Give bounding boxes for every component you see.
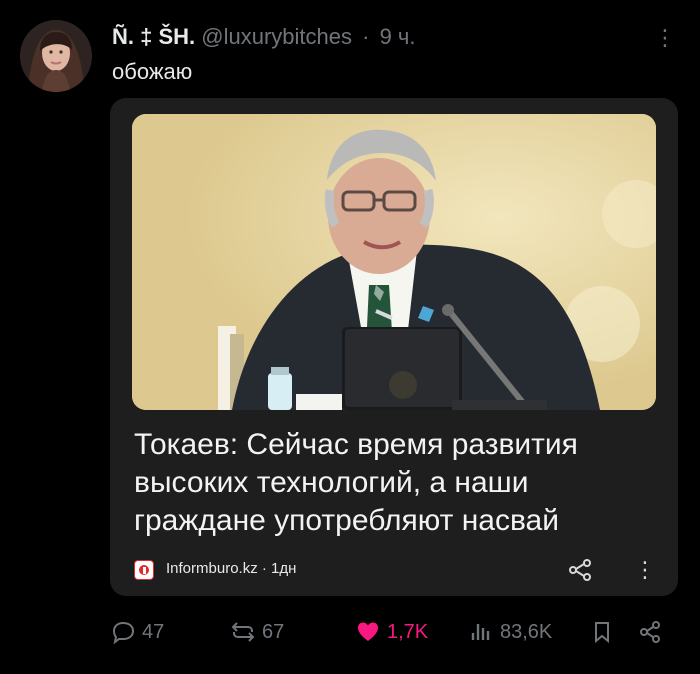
profile-avatar-icon xyxy=(20,20,92,92)
share-icon xyxy=(640,621,660,643)
time-separator: · xyxy=(362,24,370,49)
avatar[interactable] xyxy=(20,20,92,92)
source-row: Informburo.kz · 1дн ⋮ xyxy=(134,556,656,584)
news-headline[interactable]: Токаев: Сейчас время развития высоких те… xyxy=(134,426,654,540)
heart-icon xyxy=(358,622,378,641)
views-button[interactable]: 83,6K xyxy=(468,612,552,652)
post-more-button[interactable]: ⋮ xyxy=(654,24,676,52)
news-photo[interactable] xyxy=(132,114,656,410)
share-icon xyxy=(569,559,591,581)
username-handle[interactable]: @luxurybitches xyxy=(201,24,352,49)
reply-count: 47 xyxy=(142,620,165,643)
repost-count: 67 xyxy=(262,620,285,643)
post-header: Ñ. ‡ ŠH. @luxurybitches · 9 ч. xyxy=(112,24,416,50)
repost-icon xyxy=(231,622,255,642)
reply-button[interactable]: 47 xyxy=(110,612,164,652)
informburo-logo-icon xyxy=(134,560,154,580)
link-preview-card[interactable]: Токаев: Сейчас время развития высоких те… xyxy=(110,98,678,596)
like-button[interactable]: 1,7K xyxy=(355,612,428,652)
reply-icon xyxy=(112,621,135,645)
views-chart-icon xyxy=(471,624,490,640)
bookmark-icon xyxy=(595,622,609,644)
news-photo-icon xyxy=(132,114,656,410)
card-more-button[interactable]: ⋮ xyxy=(634,556,656,584)
post-time[interactable]: 9 ч. xyxy=(380,24,416,49)
share-post-button[interactable] xyxy=(636,612,664,652)
view-count: 83,6K xyxy=(500,620,553,643)
post-actions: 47 67 1,7K 83,6K xyxy=(110,612,670,652)
repost-button[interactable]: 67 xyxy=(230,612,284,652)
display-name[interactable]: Ñ. ‡ ŠH. xyxy=(112,24,195,49)
post-text: обожаю xyxy=(112,59,193,84)
like-count: 1,7K xyxy=(387,620,429,643)
share-button[interactable] xyxy=(566,556,594,584)
source-label[interactable]: Informburo.kz · 1дн xyxy=(166,560,296,577)
bookmark-button[interactable] xyxy=(588,612,616,652)
